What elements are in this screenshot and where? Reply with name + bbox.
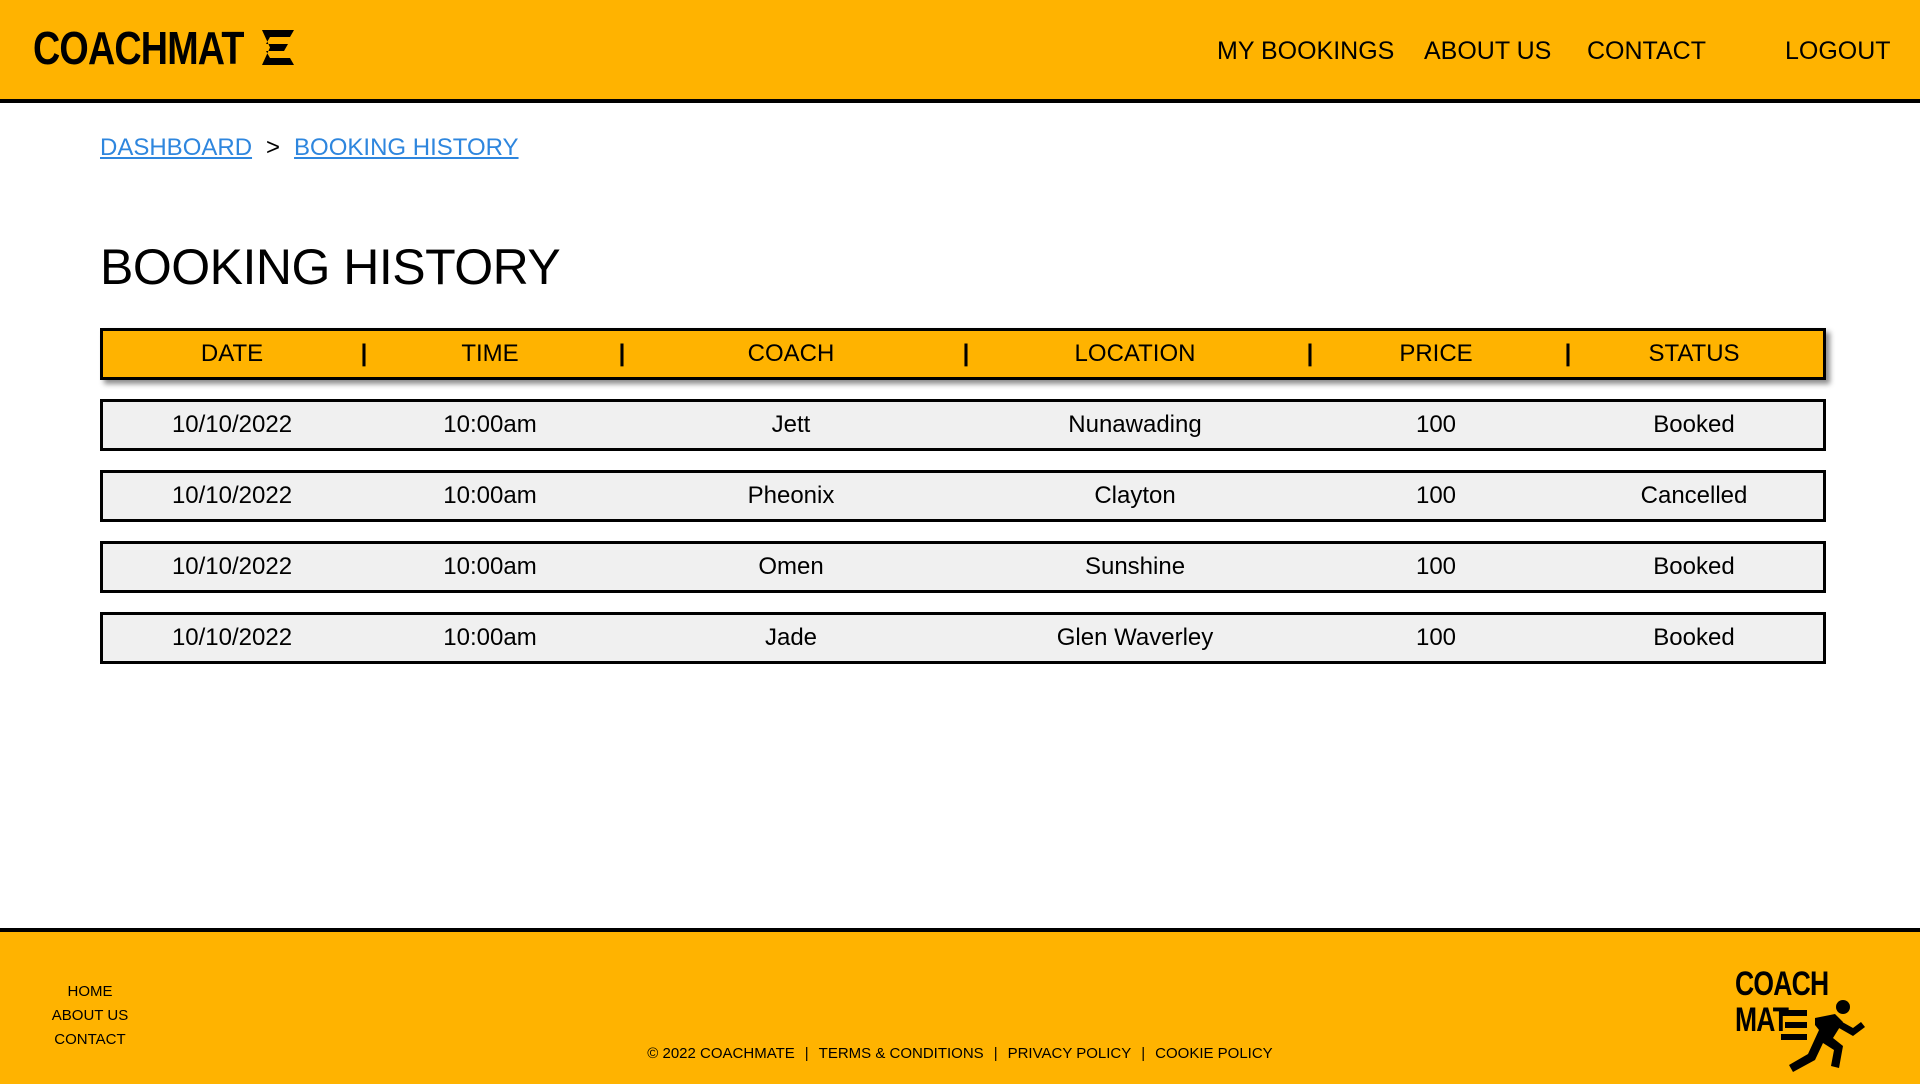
cell-time: 10:00am: [443, 624, 537, 651]
table-header: DATE | TIME | COACH | LOCATION | PRICE |…: [100, 328, 1826, 380]
cell-coach: Omen: [758, 553, 824, 580]
cell-coach: Jett: [771, 411, 811, 438]
site-footer: HOME ABOUT US CONTACT © 2022 COACHMATE | T…: [0, 928, 1920, 1084]
column-header-price: PRICE: [1399, 340, 1473, 367]
footer-separator: |: [993, 1045, 998, 1062]
nav-logout[interactable]: LOGOUT: [1785, 36, 1891, 66]
column-divider: |: [618, 340, 626, 367]
privacy-link[interactable]: PRIVACY POLICY: [1008, 1045, 1132, 1062]
column-header-coach: COACH: [747, 340, 835, 367]
footer-nav: HOME ABOUT US CONTACT: [40, 980, 140, 1052]
cell-location: Nunawading: [1068, 411, 1202, 438]
cookie-link[interactable]: COOKIE POLICY: [1155, 1045, 1273, 1062]
footer-separator: |: [804, 1045, 809, 1062]
footer-logo[interactable]: COACH MAT: [1735, 965, 1865, 1072]
column-header-date: DATE: [200, 340, 264, 367]
cell-status: Booked: [1653, 624, 1735, 651]
cell-time: 10:00am: [443, 411, 537, 438]
table-row[interactable]: 10/10/2022 10:00am Jett Nunawading 100 B…: [100, 399, 1826, 451]
table-row[interactable]: 10/10/2022 10:00am Omen Sunshine 100 Boo…: [100, 541, 1826, 593]
nav-my-bookings[interactable]: MY BOOKINGS: [1217, 36, 1394, 66]
page-title: BOOKING HISTORY: [100, 239, 561, 295]
cell-coach: Jade: [764, 624, 818, 651]
nav-about-us[interactable]: ABOUT US: [1424, 36, 1551, 66]
cell-price: 100: [1415, 553, 1457, 580]
coachmate-logo[interactable]: COACHMAT: [33, 22, 296, 74]
copyright-text: © 2022 COACHMATE: [647, 1045, 795, 1062]
column-header-status: STATUS: [1648, 340, 1740, 367]
cell-status: Booked: [1653, 411, 1735, 438]
terms-link[interactable]: TERMS & CONDITIONS: [819, 1045, 984, 1062]
cell-status: Booked: [1653, 553, 1735, 580]
column-divider: |: [1564, 340, 1572, 367]
column-header-time: TIME: [461, 340, 519, 367]
cell-price: 100: [1415, 482, 1457, 509]
nav-contact[interactable]: CONTACT: [1587, 36, 1706, 66]
cell-location: Glen Waverley: [1056, 624, 1214, 651]
cell-location: Sunshine: [1084, 553, 1186, 580]
breadcrumb: DASHBOARD > BOOKING HISTORY: [100, 133, 519, 163]
footer-legal: © 2022 COACHMATE | TERMS & CONDITIONS | PRIV…: [0, 1044, 1920, 1064]
column-header-location: LOCATION: [1074, 340, 1196, 367]
cell-coach: Pheonix: [747, 482, 835, 509]
breadcrumb-separator: >: [266, 134, 281, 161]
cell-price: 100: [1415, 624, 1457, 651]
logo-text: COACHMAT: [33, 22, 244, 74]
cell-time: 10:00am: [443, 482, 537, 509]
site-header: COACHMAT MY BOOKINGS ABOUT US CONTACT LO…: [0, 0, 1920, 103]
stylized-e-icon: [261, 30, 294, 65]
cell-date: 10/10/2022: [171, 553, 293, 580]
cell-status: Cancelled: [1640, 482, 1748, 509]
breadcrumb-dashboard[interactable]: DASHBOARD: [100, 134, 252, 161]
cell-date: 10/10/2022: [171, 482, 293, 509]
cell-price: 100: [1415, 411, 1457, 438]
cell-time: 10:00am: [443, 553, 537, 580]
breadcrumb-booking-history[interactable]: BOOKING HISTORY: [294, 134, 519, 161]
footer-link-about-us[interactable]: ABOUT US: [40, 1004, 140, 1028]
column-divider: |: [1306, 340, 1314, 367]
column-divider: |: [360, 340, 368, 367]
table-row[interactable]: 10/10/2022 10:00am Jade Glen Waverley 10…: [100, 612, 1826, 664]
table-row[interactable]: 10/10/2022 10:00am Pheonix Clayton 100 C…: [100, 470, 1826, 522]
footer-separator: |: [1141, 1045, 1146, 1062]
footer-link-home[interactable]: HOME: [40, 980, 140, 1004]
cell-date: 10/10/2022: [171, 411, 293, 438]
column-divider: |: [962, 340, 970, 367]
cell-location: Clayton: [1094, 482, 1176, 509]
footer-logo-line1: COACH: [1735, 965, 1829, 1003]
running-person-icon: [1781, 1000, 1865, 1072]
cell-date: 10/10/2022: [171, 624, 293, 651]
